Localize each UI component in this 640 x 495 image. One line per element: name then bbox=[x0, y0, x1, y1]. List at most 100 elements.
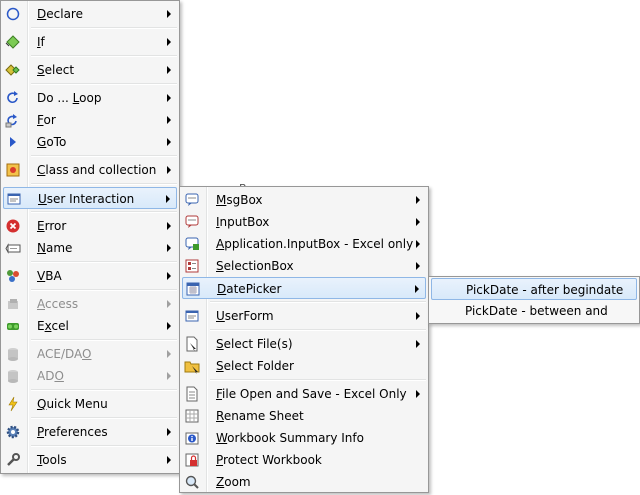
message-box-icon bbox=[184, 192, 200, 208]
separator bbox=[31, 261, 177, 263]
chevron-right-icon bbox=[167, 300, 171, 308]
circle-icon bbox=[5, 6, 21, 22]
menu-item-ace-dao[interactable]: ACE/DAO bbox=[3, 343, 177, 365]
chevron-right-icon bbox=[167, 456, 171, 464]
diamond-yellow-icon bbox=[5, 62, 21, 78]
separator bbox=[31, 183, 177, 185]
separator bbox=[31, 389, 177, 391]
chevron-right-icon bbox=[167, 38, 171, 46]
chevron-right-icon bbox=[416, 390, 420, 398]
zoom-icon bbox=[184, 474, 200, 490]
main-context-menu: Declare If Select Do ... Loop For GoTo C… bbox=[0, 0, 180, 474]
menu-item-workbook-summary-info[interactable]: Workbook Summary Info bbox=[182, 427, 426, 449]
menu-item-datepicker[interactable]: DatePicker bbox=[182, 277, 426, 299]
file-icon bbox=[184, 336, 200, 352]
database-icon bbox=[5, 368, 21, 384]
chevron-right-icon bbox=[416, 196, 420, 204]
menu-item-pickdate-between-and[interactable]: PickDate - between and bbox=[431, 300, 637, 322]
menu-item-inputbox[interactable]: InputBox bbox=[182, 211, 426, 233]
chevron-right-icon bbox=[416, 340, 420, 348]
input-box-icon bbox=[184, 214, 200, 230]
excel-icon bbox=[5, 318, 21, 334]
menu-item-rename-sheet[interactable]: Rename Sheet bbox=[182, 405, 426, 427]
menu-item-userform[interactable]: UserForm bbox=[182, 305, 426, 327]
menu-item-access[interactable]: Access bbox=[3, 293, 177, 315]
menu-item-application-inputbox[interactable]: Application.InputBox - Excel only bbox=[182, 233, 426, 255]
access-icon bbox=[5, 296, 21, 312]
menu-item-excel[interactable]: Excel bbox=[3, 315, 177, 337]
chevron-right-icon bbox=[416, 312, 420, 320]
database-icon bbox=[5, 346, 21, 362]
info-icon bbox=[184, 430, 200, 446]
menu-item-preferences[interactable]: Preferences bbox=[3, 421, 177, 443]
chevron-right-icon bbox=[167, 428, 171, 436]
menu-item-class-and-collection[interactable]: Class and collection bbox=[3, 159, 177, 181]
separator bbox=[31, 155, 177, 157]
menu-item-do-loop[interactable]: Do ... Loop bbox=[3, 87, 177, 109]
chevron-right-icon bbox=[167, 116, 171, 124]
folder-icon bbox=[184, 358, 200, 374]
separator bbox=[210, 379, 426, 381]
separator bbox=[31, 211, 177, 213]
chevron-right-icon bbox=[167, 138, 171, 146]
menu-item-select[interactable]: Select bbox=[3, 59, 177, 81]
menu-item-file-open-and-save[interactable]: File Open and Save - Excel Only bbox=[182, 383, 426, 405]
separator bbox=[31, 417, 177, 419]
lightning-icon bbox=[5, 396, 21, 412]
chevron-right-icon bbox=[167, 244, 171, 252]
menu-item-ado[interactable]: ADO bbox=[3, 365, 177, 387]
chevron-right-icon bbox=[416, 262, 420, 270]
menu-item-select-files[interactable]: Select File(s) bbox=[182, 333, 426, 355]
chevron-right-icon bbox=[167, 322, 171, 330]
separator bbox=[210, 301, 426, 303]
name-tag-icon bbox=[5, 240, 21, 256]
chevron-right-icon bbox=[416, 240, 420, 248]
menu-item-msgbox[interactable]: MsgBox bbox=[182, 189, 426, 211]
menu-item-pickdate-after-begindate[interactable]: PickDate - after begindate bbox=[431, 278, 637, 300]
chevron-right-icon bbox=[167, 166, 171, 174]
datepicker-submenu: PickDate - after begindate PickDate - be… bbox=[428, 276, 640, 324]
loop-icon bbox=[5, 90, 21, 106]
menu-item-if[interactable]: If bbox=[3, 31, 177, 53]
menu-item-vba[interactable]: VBA bbox=[3, 265, 177, 287]
selection-box-icon bbox=[184, 258, 200, 274]
menu-item-error[interactable]: Error bbox=[3, 215, 177, 237]
sheet-icon bbox=[184, 408, 200, 424]
menu-item-protect-workbook[interactable]: Protect Workbook bbox=[182, 449, 426, 471]
form-icon bbox=[6, 191, 22, 207]
chevron-right-icon bbox=[167, 94, 171, 102]
menu-item-goto[interactable]: GoTo bbox=[3, 131, 177, 153]
gear-icon bbox=[5, 424, 21, 440]
file-open-icon bbox=[184, 386, 200, 402]
separator bbox=[31, 445, 177, 447]
chevron-right-icon bbox=[167, 272, 171, 280]
menu-item-declare[interactable]: Declare bbox=[3, 3, 177, 25]
separator bbox=[31, 27, 177, 29]
class-icon bbox=[5, 162, 21, 178]
chevron-right-icon bbox=[415, 285, 419, 293]
separator bbox=[31, 83, 177, 85]
menu-item-tools[interactable]: Tools bbox=[3, 449, 177, 471]
menu-item-select-folder[interactable]: Select Folder bbox=[182, 355, 426, 377]
menu-item-selectionbox[interactable]: SelectionBox bbox=[182, 255, 426, 277]
separator bbox=[31, 55, 177, 57]
app-input-box-icon bbox=[184, 236, 200, 252]
separator bbox=[31, 339, 177, 341]
menu-item-name[interactable]: Name bbox=[3, 237, 177, 259]
menu-item-user-interaction[interactable]: User Interaction bbox=[3, 187, 177, 209]
for-loop-icon bbox=[5, 112, 21, 128]
menu-item-zoom[interactable]: Zoom bbox=[182, 471, 426, 493]
vba-icon bbox=[5, 268, 21, 284]
chevron-right-icon bbox=[167, 10, 171, 18]
diamond-green-icon bbox=[5, 34, 21, 50]
userform-icon bbox=[184, 308, 200, 324]
chevron-right-icon bbox=[167, 66, 171, 74]
separator bbox=[31, 289, 177, 291]
play-arrow-icon bbox=[5, 134, 21, 150]
menu-item-quick-menu[interactable]: Quick Menu bbox=[3, 393, 177, 415]
wrench-icon bbox=[5, 452, 21, 468]
chevron-right-icon bbox=[416, 218, 420, 226]
user-interaction-submenu: MsgBox InputBox Application.InputBox - E… bbox=[179, 186, 429, 493]
menu-item-for[interactable]: For bbox=[3, 109, 177, 131]
chevron-right-icon bbox=[166, 195, 170, 203]
